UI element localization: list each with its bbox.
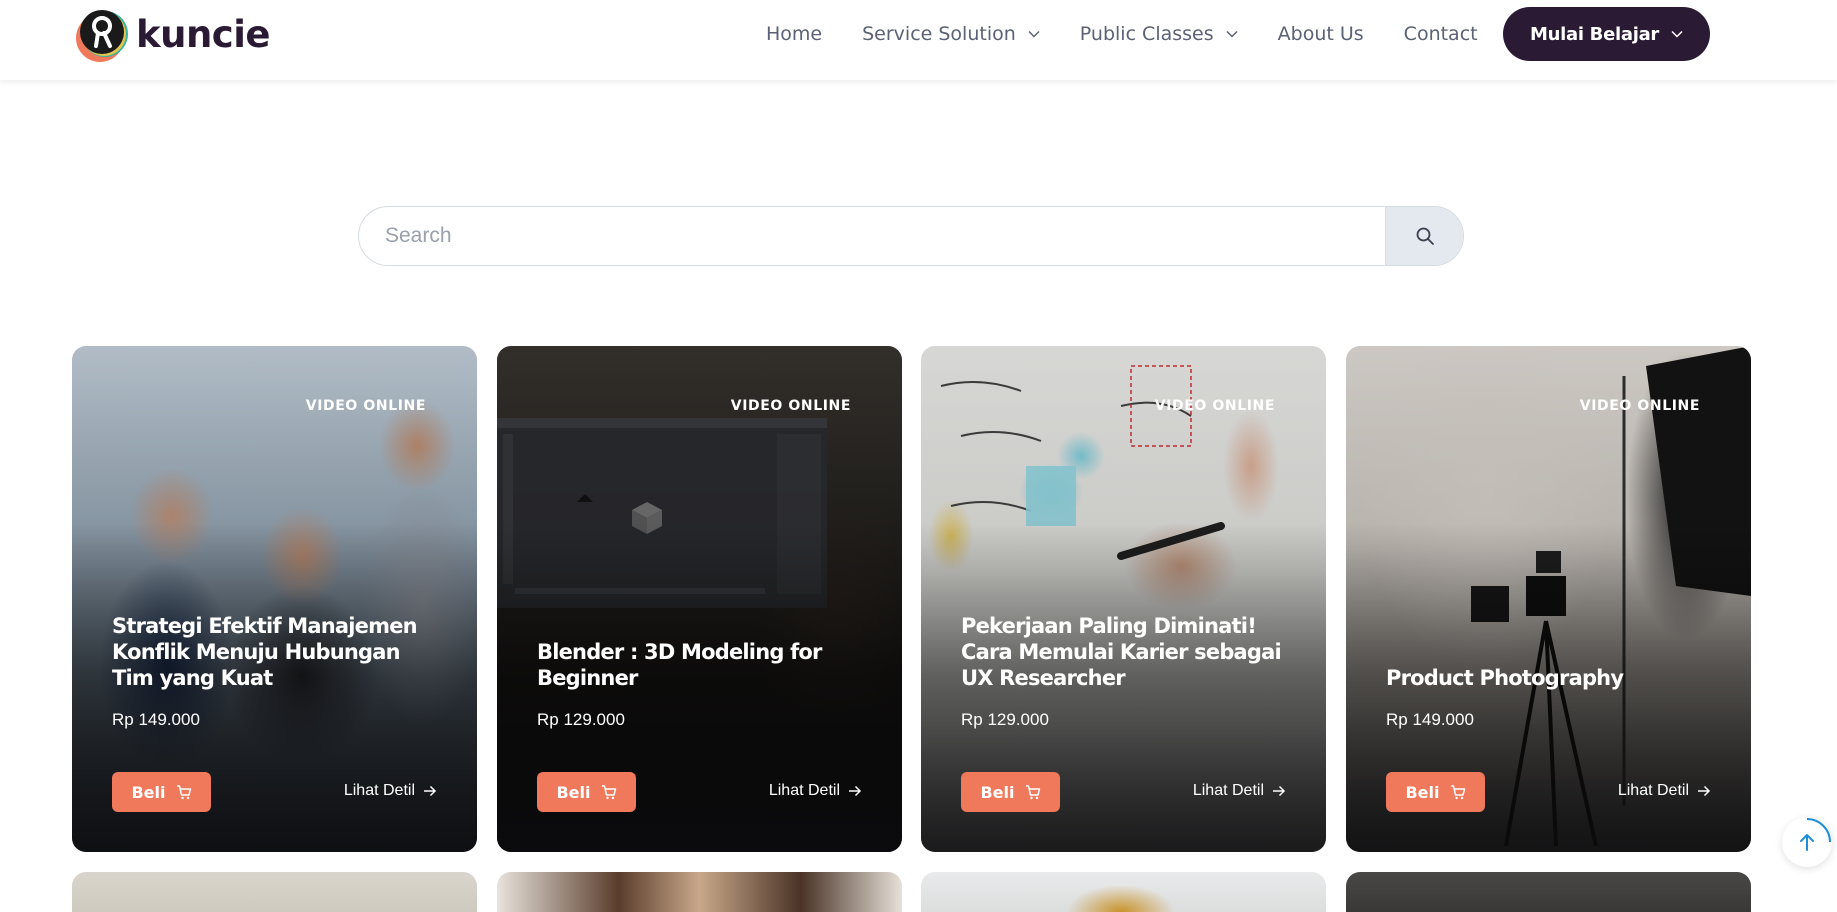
course-card-partial[interactable] [921,872,1326,912]
course-price: Rp 129.000 [537,710,625,729]
detail-label: Lihat Detil [1617,782,1689,799]
course-card-partial[interactable] [1346,872,1751,912]
format-badge: VIDEO ONLINE [1579,398,1700,414]
nav-about-us[interactable]: About Us [1278,23,1364,45]
nav-service-label: Service Solution [862,23,1016,45]
buy-button[interactable]: Beli [112,772,211,812]
course-card[interactable]: VIDEO ONLINE Strategi Efektif Manajemen … [72,346,477,852]
cta-label: Mulai Belajar [1529,23,1660,45]
brand-name: kuncie [136,12,271,56]
buy-label: Beli [1405,782,1440,802]
mulai-belajar-button[interactable]: Mulai Belajar [1503,7,1710,61]
main-nav: Home Service Solution Public Classes Abo… [766,0,1518,68]
nav-public-classes[interactable]: Public Classes [1080,23,1238,45]
nav-contact-label: Contact [1403,23,1478,45]
buy-button[interactable]: Beli [961,772,1060,812]
arrow-right-icon [424,785,437,797]
search-icon [1416,227,1434,245]
site-header: kuncie Home Service Solution Public Clas… [0,0,1837,80]
detail-label: Lihat Detil [1192,782,1264,799]
course-card[interactable]: VIDEO ONLINE Blender : 3D Modeling for B… [497,346,902,852]
nav-home[interactable]: Home [766,23,822,45]
course-card-partial[interactable] [497,872,902,912]
arrow-up-icon [1800,818,1831,851]
course-title: Pekerjaan Paling Diminati! Cara Memulai … [961,614,1282,690]
cart-icon [176,784,191,799]
course-price: Rp 129.000 [961,710,1049,729]
scroll-to-top-button[interactable] [1782,817,1832,867]
cart-icon [1450,784,1465,799]
nav-home-label: Home [766,23,823,45]
view-detail-link[interactable]: Lihat Detil [1193,782,1286,800]
course-price: Rp 149.000 [112,710,200,729]
detail-label: Lihat Detil [768,782,840,799]
chevron-down-icon [1671,30,1683,38]
course-title: Blender : 3D Modeling for Beginner [537,640,822,690]
view-detail-link[interactable]: Lihat Detil [1618,782,1711,800]
nav-about-label: About Us [1277,23,1364,45]
search-button[interactable] [1385,207,1463,265]
course-title: Product Photography [1386,666,1624,690]
course-card-partial[interactable] [72,872,477,912]
course-card[interactable]: VIDEO ONLINE Product Photography Rp 149.… [1346,346,1751,852]
chevron-down-icon [1226,30,1238,38]
detail-label: Lihat Detil [343,782,415,799]
cart-icon [1025,784,1040,799]
buy-button[interactable]: Beli [537,772,636,812]
cart-icon [601,784,616,799]
format-badge: VIDEO ONLINE [305,398,426,414]
kuncie-logo-icon [72,4,132,64]
logo[interactable]: kuncie [72,4,271,64]
nav-contact[interactable]: Contact [1404,23,1478,45]
buy-label: Beli [980,782,1015,802]
buy-label: Beli [556,782,591,802]
search-bar [358,206,1464,266]
format-badge: VIDEO ONLINE [730,398,851,414]
course-price: Rp 149.000 [1386,710,1474,729]
buy-label: Beli [131,782,166,802]
format-badge: VIDEO ONLINE [1154,398,1275,414]
view-detail-link[interactable]: Lihat Detil [769,782,862,800]
buy-button[interactable]: Beli [1386,772,1485,812]
nav-service-solution[interactable]: Service Solution [862,23,1040,45]
search-input[interactable] [359,207,1385,265]
arrow-right-icon [849,785,862,797]
arrow-right-icon [1698,785,1711,797]
chevron-down-icon [1028,30,1040,38]
course-card[interactable]: VIDEO ONLINE Pekerjaan Paling Diminati! … [921,346,1326,852]
arrow-right-icon [1273,785,1286,797]
course-title: Strategi Efektif Manajemen Konflik Menuj… [112,614,418,690]
nav-public-label: Public Classes [1079,23,1214,45]
view-detail-link[interactable]: Lihat Detil [344,782,437,800]
